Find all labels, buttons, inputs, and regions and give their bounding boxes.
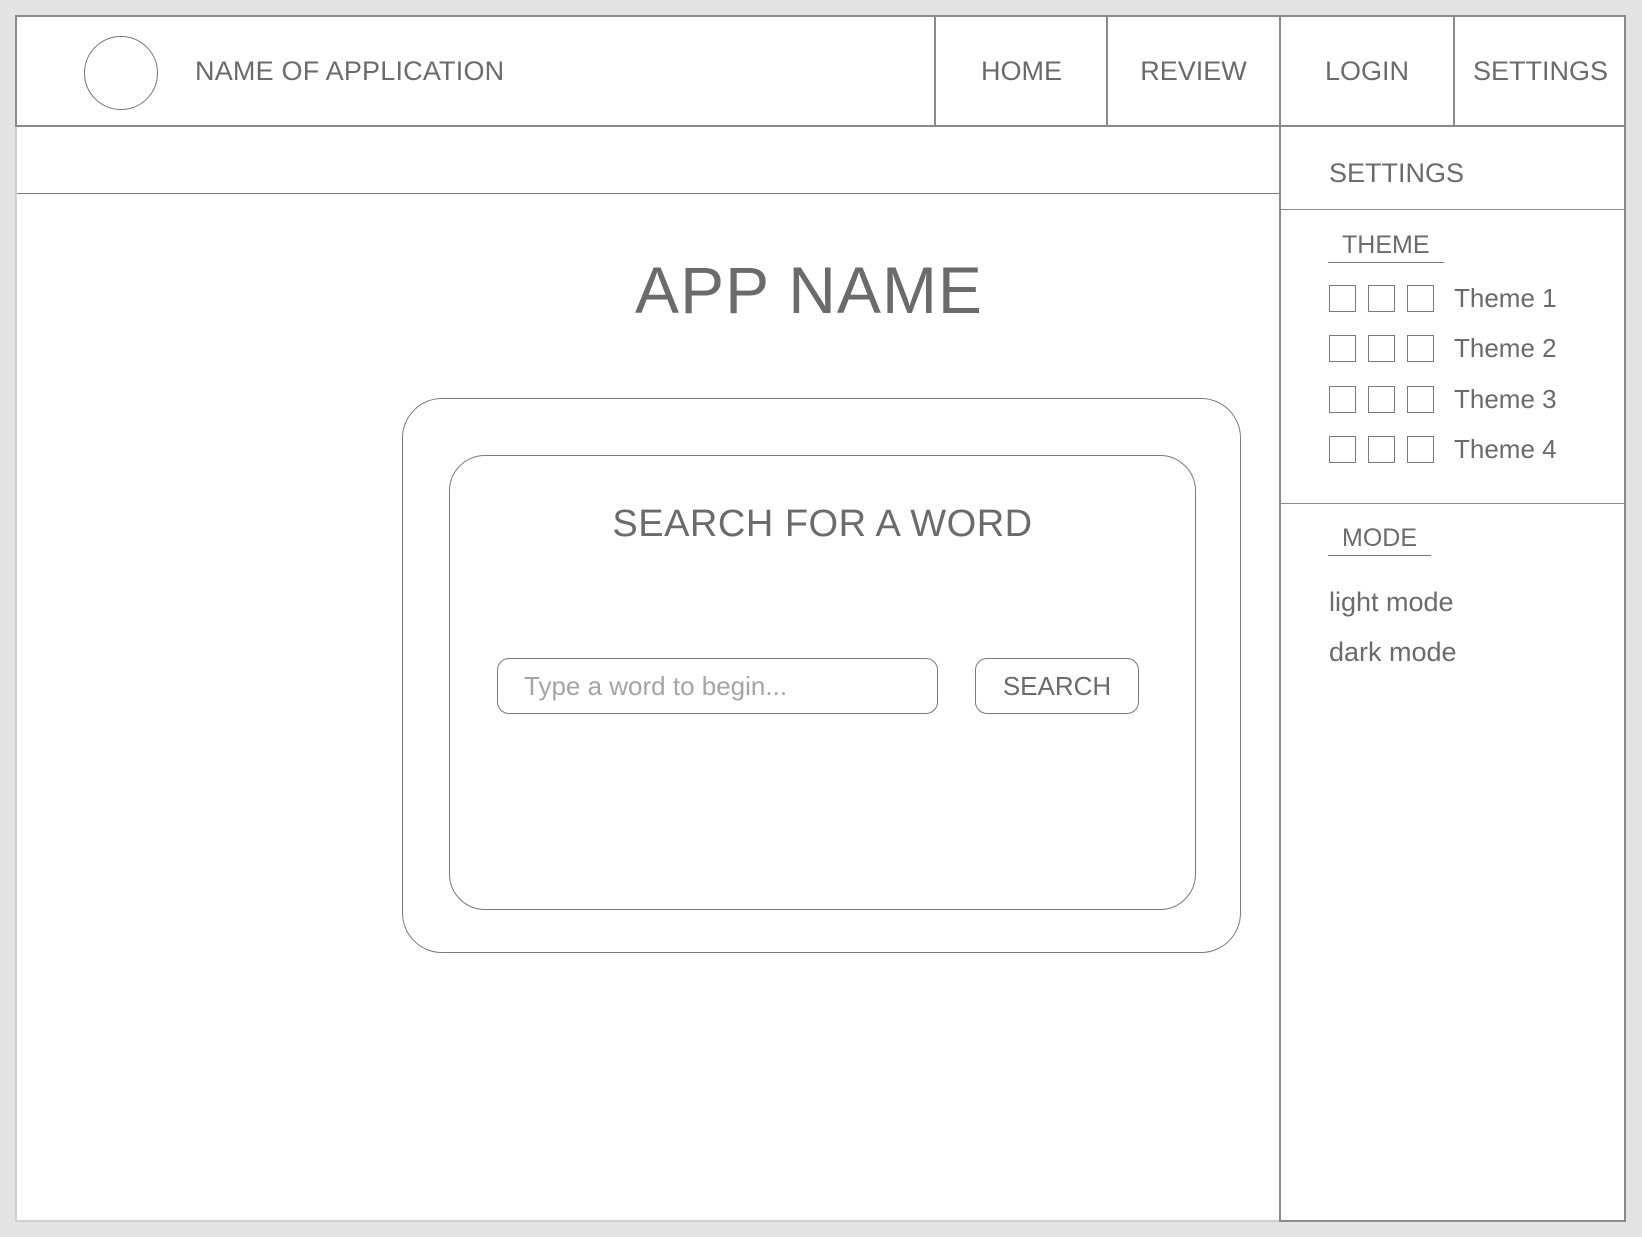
search-heading: SEARCH FOR A WORD — [612, 503, 1033, 545]
subheader-divider — [17, 193, 1281, 194]
theme-option[interactable]: Theme 3 — [1329, 384, 1557, 414]
app-logo[interactable] — [84, 36, 158, 110]
theme-option-label: Theme 3 — [1454, 383, 1557, 414]
theme-option-label: Theme 4 — [1454, 433, 1557, 464]
search-input[interactable] — [497, 658, 938, 714]
settings-panel-title: SETTINGS — [1329, 158, 1465, 188]
theme-swatch — [1368, 435, 1395, 463]
theme-swatch — [1329, 334, 1356, 362]
light-mode-option[interactable]: light mode — [1329, 587, 1454, 618]
settings-panel-divider — [1281, 209, 1626, 210]
theme-swatch — [1329, 284, 1356, 312]
dark-mode-option[interactable]: dark mode — [1329, 637, 1457, 668]
nav-review-button[interactable]: REVIEW — [1106, 15, 1279, 127]
theme-option-label: Theme 2 — [1454, 332, 1557, 363]
theme-swatch — [1368, 284, 1395, 312]
theme-swatch — [1407, 284, 1434, 312]
nav-login-button[interactable]: LOGIN — [1279, 15, 1453, 127]
theme-swatch — [1368, 385, 1395, 413]
theme-option[interactable]: Theme 4 — [1329, 434, 1557, 464]
nav-settings-button[interactable]: SETTINGS — [1453, 15, 1626, 127]
theme-option[interactable]: Theme 1 — [1329, 283, 1557, 313]
nav-home-button[interactable]: HOME — [934, 15, 1107, 127]
theme-option-label: Theme 1 — [1454, 282, 1557, 313]
theme-swatch — [1329, 385, 1356, 413]
theme-swatch — [1407, 385, 1434, 413]
settings-panel-divider — [1281, 503, 1626, 504]
theme-swatch — [1329, 435, 1356, 463]
theme-option[interactable]: Theme 2 — [1329, 333, 1557, 363]
theme-swatch — [1407, 435, 1434, 463]
mode-section-label: MODE — [1328, 524, 1431, 556]
theme-swatch — [1407, 334, 1434, 362]
app-name-label: NAME OF APPLICATION — [195, 56, 505, 86]
search-button[interactable]: SEARCH — [975, 658, 1139, 714]
page-title-text: APP NAME — [635, 253, 983, 327]
theme-section-label: THEME — [1328, 231, 1444, 263]
theme-swatch — [1368, 334, 1395, 362]
